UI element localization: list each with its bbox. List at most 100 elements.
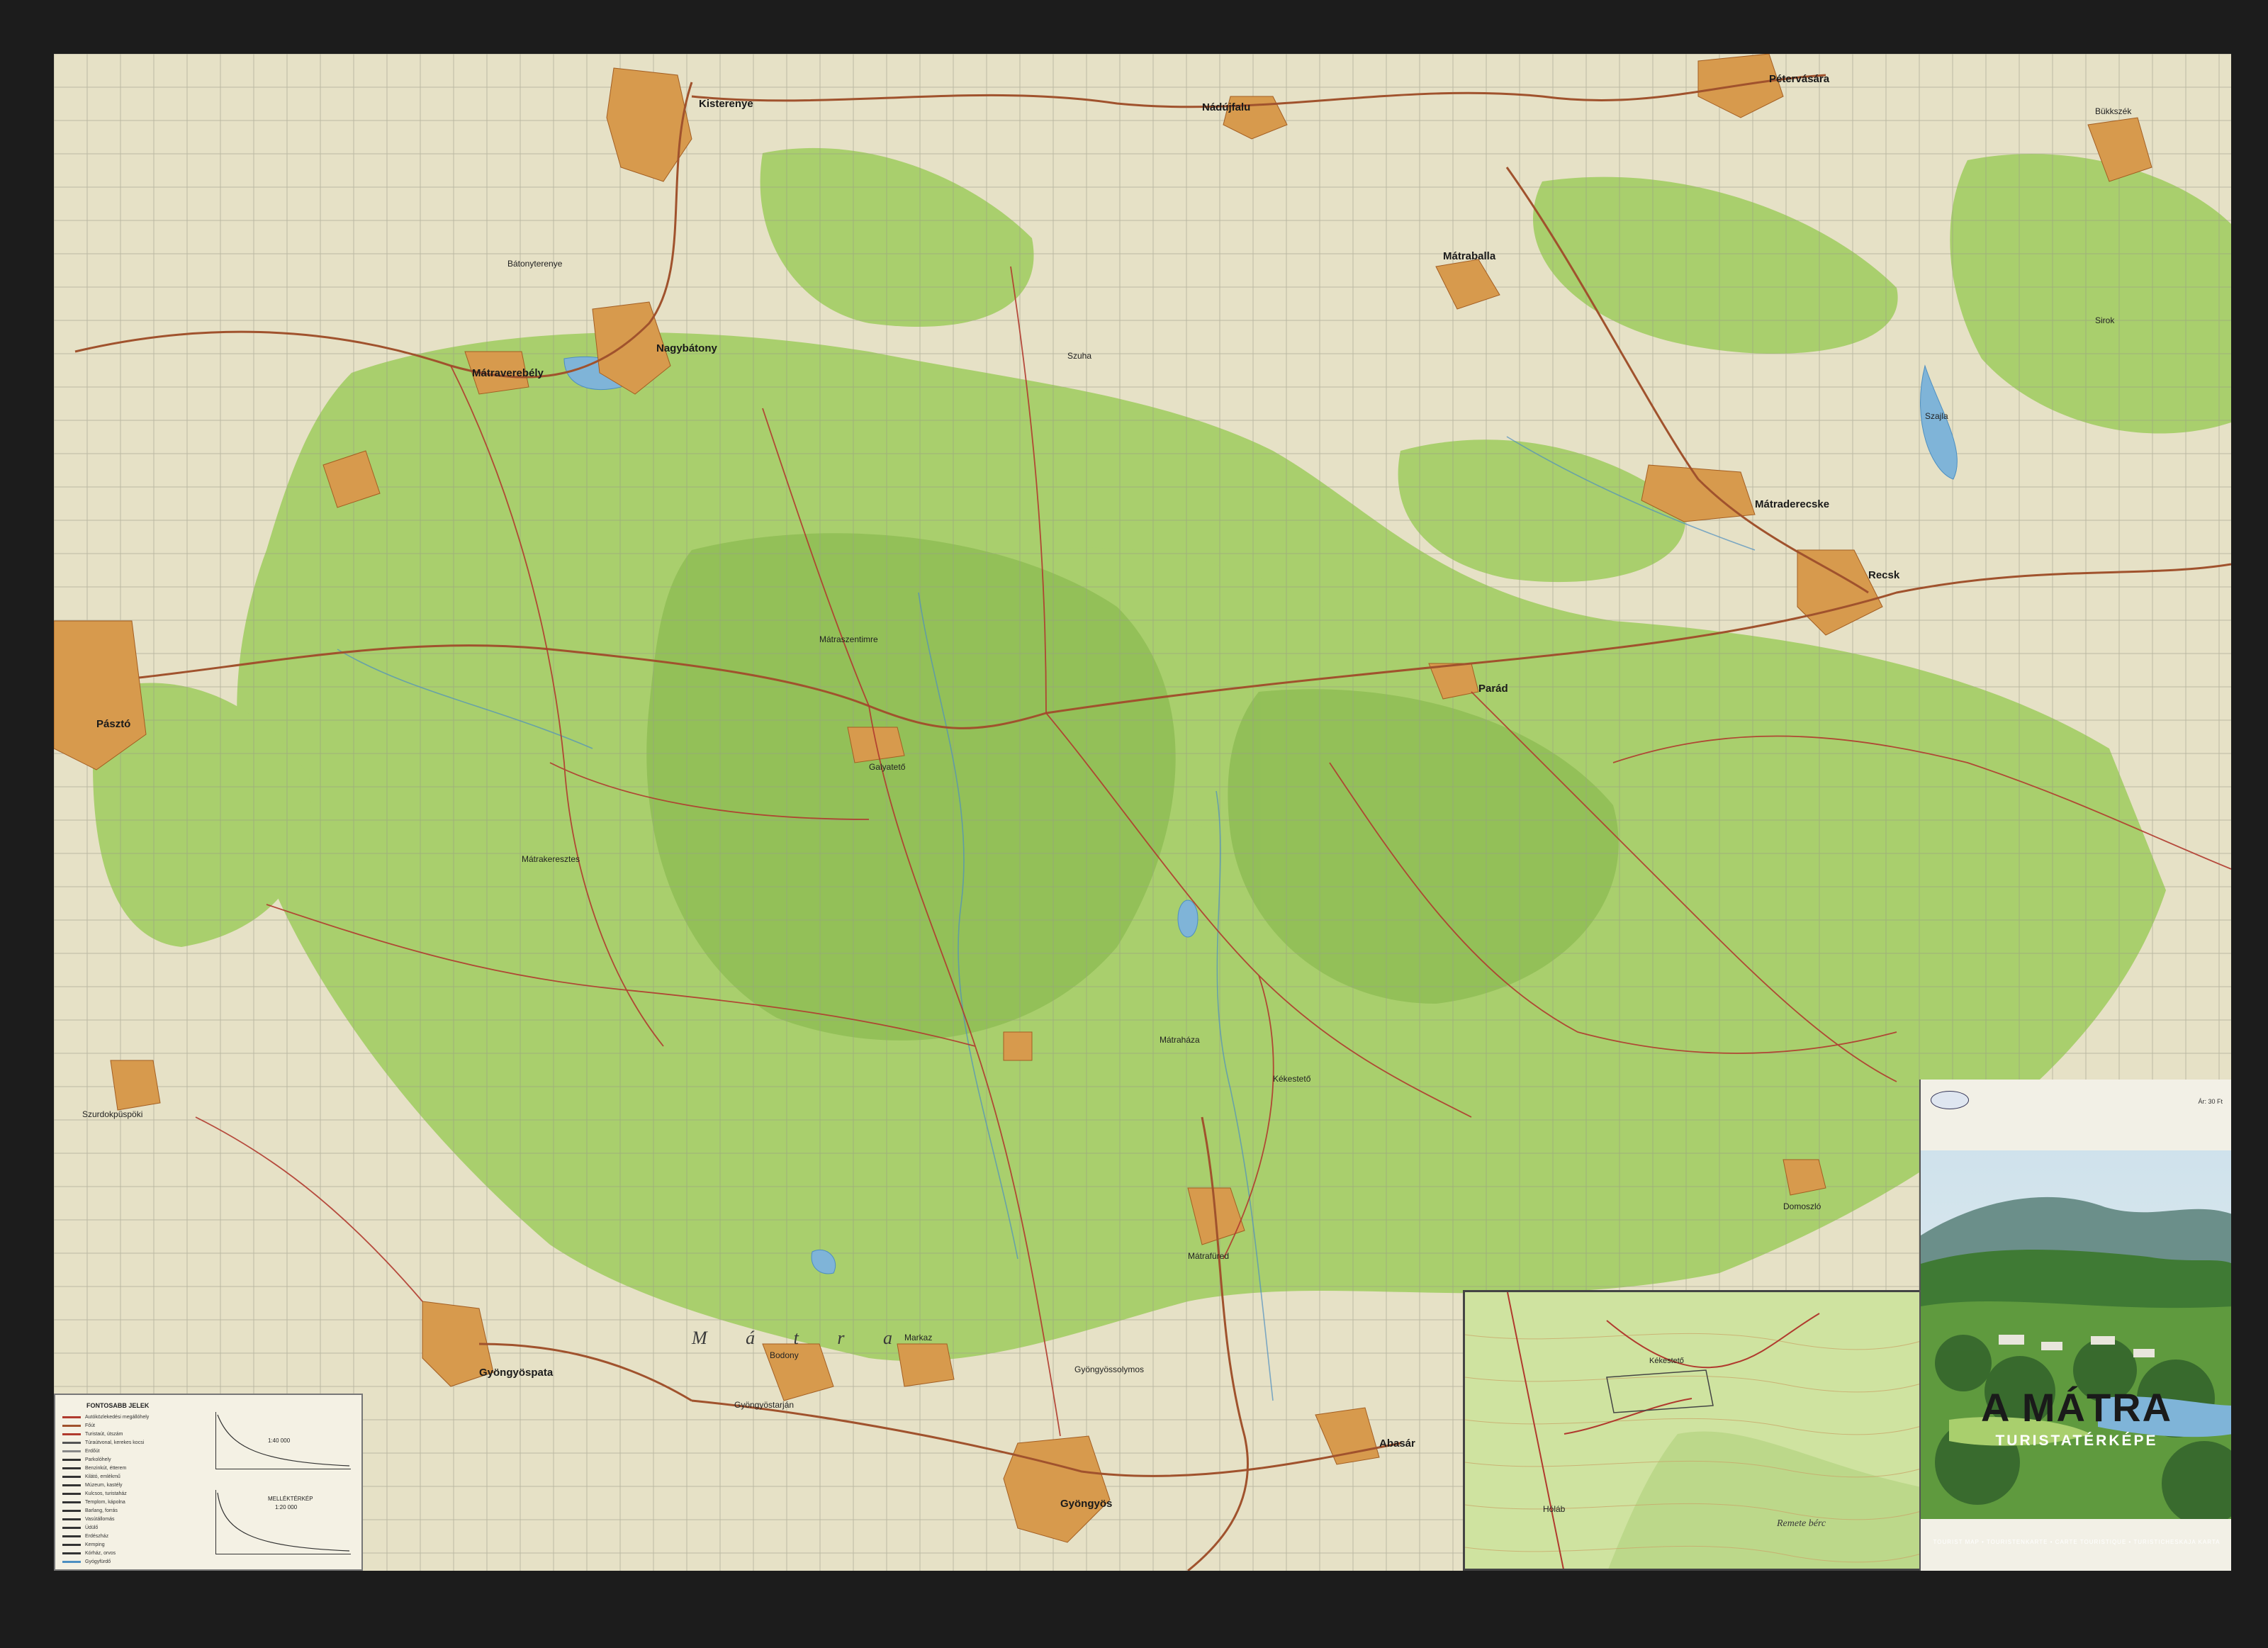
inset-map: Hóláb Remete bérc Kékestető [1463,1290,1938,1571]
legend-title: FONTOSABB JELEK [86,1402,150,1409]
legend-swatch [62,1509,81,1512]
legend-label: Kórház, orvos [85,1550,116,1556]
legend-swatch [62,1433,81,1435]
legend-label: Benzinkút, étterem [85,1465,127,1471]
legend-label: Vasútállomás [85,1516,115,1522]
legend-label: Parkolóhely [85,1457,111,1462]
legend-row: Parkolóhely [62,1456,111,1463]
legend-swatch [62,1467,81,1469]
town-label: Nagybátony [656,342,718,354]
legend-swatch [62,1535,81,1537]
legend-label: Kilátó, emlékmű [85,1474,120,1479]
town-label: Mátraderecske [1755,498,1829,510]
profile-label: MELLÉKTÉRKÉP [268,1496,313,1502]
legend-row: Erdészház [62,1532,108,1540]
legend-label: Barlang, forrás [85,1508,118,1513]
legend-row: Benzinkút, étterem [62,1464,126,1472]
legend-swatch [62,1424,81,1427]
legend-swatch [62,1458,81,1461]
town-label: Pásztó [96,718,130,730]
legend-row: Túraútvonal, kerekes kocsi [62,1439,144,1446]
legend-swatch [62,1441,81,1444]
town-label: Kékestető [1273,1074,1311,1084]
town-label: Gyöngyöspata [479,1367,554,1379]
inset-map-drawing: Hóláb Remete bérc Kékestető [1465,1292,1936,1569]
town-label: Szajla [1925,411,1948,421]
town-label: Domoszló [1783,1201,1821,1211]
inset-label: Kékestető [1649,1357,1684,1365]
town-label: Bátonyterenye [507,259,563,269]
legend-row: Üdülő [62,1524,98,1531]
legend-swatch [62,1552,81,1554]
town-label: Gyöngyöstarján [734,1400,794,1410]
cover-title: A MÁTRA [1980,1385,2173,1430]
town-label: Mátraháza [1160,1035,1200,1045]
town-label: Parád [1478,683,1508,695]
legend-swatch [62,1416,81,1418]
map-legend: FONTOSABB JELEK Autóközlekedési megállóh… [54,1394,363,1571]
cover-panel: Ár: 30 Ft A MÁTRA TURISTATÉRKÉPE TOURIST… [1919,1080,2231,1571]
cover-subtitle: TURISTATÉRKÉPE [1995,1433,2158,1449]
profile-scale: 1:20 000 [275,1504,298,1510]
town-label: Sirok [2095,315,2115,325]
legend-label: Üdülő [85,1525,99,1530]
legend-row: Kórház, orvos [62,1549,116,1557]
legend-label: Autóközlekedési megállóhely [85,1414,150,1420]
town-label: Galyatető [869,762,906,772]
town-label: Szurdokpüspöki [82,1109,142,1119]
legend-row: Kilátó, emlékmű [62,1473,120,1480]
legend-label: Templom, kápolna [85,1499,125,1505]
legend-swatch [62,1501,81,1503]
publisher-logo [1931,1091,1969,1109]
cover-photo [1921,1150,2231,1519]
legend-label: Múzeum, kastély [85,1482,123,1488]
town-label: Nádújfalu [1202,101,1250,113]
legend-row: Kulcsos, turistaház [62,1490,127,1497]
town-label: Mátrafüred [1188,1251,1229,1261]
legend-row: Főút [62,1422,95,1429]
town-label: Mátraballa [1443,250,1496,262]
cover-footer: TOURIST MAP • TOURISTENKARTE • CARTE TOU… [1933,1539,2221,1545]
legend-swatch [62,1475,81,1478]
legend-label: Főút [85,1423,96,1428]
town-label: Mátrakeresztes [522,854,580,864]
legend-row: Múzeum, kastély [62,1481,123,1489]
town-label: Pétervására [1769,73,1830,85]
inset-label: Hóláb [1543,1504,1566,1514]
legend-label: Gyógyfürdő [85,1559,111,1564]
legend-row: Erdőút [62,1447,100,1454]
legend-label: Kulcsos, turistaház [85,1491,127,1496]
legend-row: Gyógyfürdő [62,1558,111,1565]
town-label: Recsk [1868,569,1900,581]
inset-label: Remete bérc [1776,1518,1826,1529]
town-label: Mátraverebély [472,367,544,379]
legend-label: Turistaút, útszám [85,1431,123,1437]
town-label: Kisterenye [699,98,753,110]
legend-row: Turistaút, útszám [62,1430,123,1437]
town-label: Bodony [770,1350,799,1360]
legend-row: Vasútállomás [62,1515,115,1523]
legend-row: Autóközlekedési megállóhely [62,1413,149,1420]
legend-swatch [62,1526,81,1529]
cover-code: Ár: 30 Ft [2198,1098,2223,1105]
range-label: M á t r a [691,1328,909,1348]
town-label: Gyöngyössolymos [1074,1364,1144,1374]
town-label: Abasár [1379,1437,1415,1450]
legend-row: Kemping [62,1541,105,1548]
scale-label: 1:40 000 [268,1437,291,1444]
town-label: Gyöngyös [1060,1498,1112,1510]
legend-label: Erdőút [85,1448,100,1454]
legend-swatch [62,1543,81,1546]
legend-label: Kemping [85,1542,105,1547]
legend-swatch [62,1450,81,1452]
legend-swatch [62,1484,81,1486]
legend-row: Barlang, forrás [62,1507,118,1514]
legend-label: Túraútvonal, kerekes kocsi [85,1440,145,1445]
legend-swatch [62,1518,81,1520]
town-label: Szuha [1067,351,1091,361]
town-label: Mátraszentimre [819,634,878,644]
legend-label: Erdészház [85,1533,109,1539]
legend-swatch [62,1560,81,1563]
legend-swatch [62,1492,81,1495]
town-label: Bükkszék [2095,106,2132,116]
